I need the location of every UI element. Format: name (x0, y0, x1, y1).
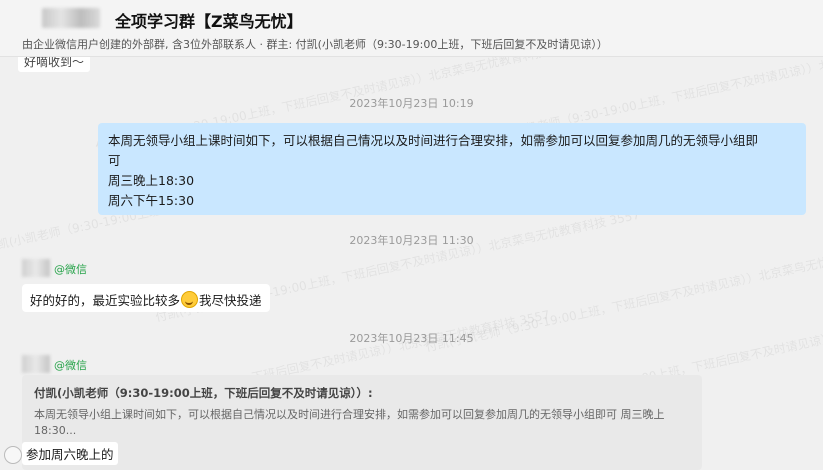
message-text: 我尽快投递 (199, 293, 262, 308)
message-line: 周六下午15:30 (108, 193, 195, 208)
message-line: 周三晚上18:30 (108, 173, 195, 188)
grin-emoji-icon (181, 291, 199, 308)
message-line: 可 (108, 153, 121, 168)
message-line: 本周无领导小组上课时间如下，可以根据自己情况以及时间进行合理安排，如需参加可以回… (108, 133, 759, 148)
message-bubble-partial[interactable]: 好嘀收到～ (18, 57, 91, 72)
group-title[interactable]: 全项学习群【Z菜鸟无忧】 (115, 8, 303, 32)
outgoing-message-bubble[interactable]: 本周无领导小组上课时间如下，可以根据自己情况以及时间进行合理安排，如需参加可以回… (98, 123, 806, 215)
timestamp: 2023年10月23日 11:30 (349, 234, 474, 247)
sender-wechat-tag: @微信 (54, 359, 87, 372)
quote-body: 本周无领导小组上课时间如下，可以根据自己情况以及时间进行合理安排，如需参加可以回… (34, 408, 665, 437)
group-subtitle: 由企业微信用户创建的外部群, 含3位外部联系人 · 群主: 付凯(小凯老师（9:… (22, 38, 608, 51)
quoted-message-card[interactable]: 付凯(小凯老师（9:30-19:00上班，下班后回复不及时请见谅））: 本周无领… (22, 375, 702, 470)
timestamp: 2023年10月23日 10:19 (349, 97, 474, 110)
incoming-message-bubble[interactable]: 好的好的，最近实验比较多 我尽快投递 (22, 284, 270, 312)
sender-avatar[interactable] (22, 259, 50, 277)
logo-icon (4, 446, 22, 464)
quote-author: 付凯(小凯老师（9:30-19:00上班，下班后回复不及时请见谅））: (34, 386, 373, 400)
sender-avatar[interactable] (22, 355, 50, 373)
chat-header: 全项学习群【Z菜鸟无忧】 由企业微信用户创建的外部群, 含3位外部联系人 · 群… (0, 0, 823, 57)
message-text: 好的好的，最近实验比较多 (30, 293, 181, 308)
timestamp: 2023年10月23日 11:45 (349, 332, 474, 345)
reply-message-text[interactable]: 参加周六晚上的 (22, 442, 118, 465)
group-avatar[interactable] (42, 8, 100, 28)
message-list[interactable]: 付凯(小凯老师（9:30-19:00上班，下班后回复不及时请见谅））北京菜鸟无忧… (0, 57, 823, 470)
sender-wechat-tag: @微信 (54, 263, 87, 276)
